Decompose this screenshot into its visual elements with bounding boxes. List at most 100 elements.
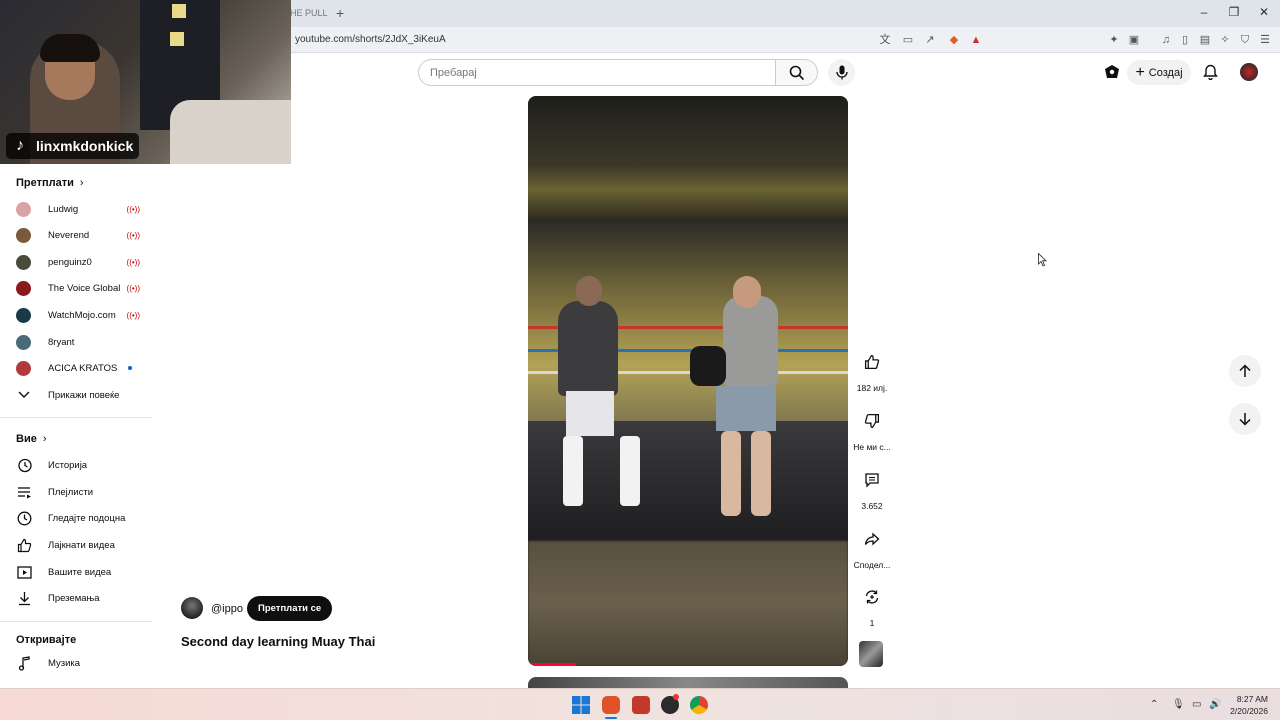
translate-icon[interactable]: 文 [877, 32, 893, 48]
share-page-icon[interactable]: ↗ [922, 32, 938, 48]
extensions-icon[interactable]: ✦ [1106, 32, 1122, 48]
subscriptions-header[interactable]: Претплати › [16, 177, 84, 189]
sidebar-item-acica-kratos[interactable]: ACICA KRATOS [16, 358, 140, 378]
share-label: Сподел... [853, 560, 891, 570]
live-icon: ((•)) [126, 310, 140, 320]
your-videos-icon [16, 564, 32, 580]
arrow-up-icon [1239, 364, 1251, 377]
comment-count: 3.652 [861, 501, 883, 511]
sidebar-item-your-videos[interactable]: Вашите видеа [16, 562, 146, 582]
sidebar-item-label: Музика [48, 657, 81, 669]
sidebar-item-label: 8ryant [48, 336, 75, 348]
active-app-indicator [605, 717, 617, 719]
sidebar-item-label: WatchMojo.com [48, 309, 116, 321]
media-icon[interactable]: ♫ [1158, 32, 1174, 48]
streamer-hair [40, 34, 100, 62]
new-tab-button[interactable]: + [336, 5, 344, 21]
browser-tab-title[interactable]: HE PULL [290, 8, 328, 18]
brave-shields-icon[interactable]: ◆ [946, 32, 962, 48]
subscribe-button[interactable]: Претплати се [247, 596, 333, 621]
search-input[interactable]: Пребарај [418, 59, 776, 86]
sidebar-item-playlists[interactable]: Плејлисти [16, 482, 146, 502]
create-button[interactable]: + Создај [1127, 60, 1191, 85]
explore-header: Откривајте [16, 634, 77, 646]
sidebar-item-ludwig[interactable]: Ludwig ((•)) [16, 199, 140, 219]
sticky-note [170, 32, 184, 46]
leo-ai-icon[interactable]: ✧ [1217, 32, 1233, 48]
fighter-one-head [576, 276, 602, 306]
plus-icon: + [1135, 63, 1145, 81]
channel-avatar [16, 334, 31, 350]
fighter-one-shin-guard [563, 436, 583, 506]
show-more-button[interactable]: Прикажи повеќе [16, 385, 146, 405]
notification-badge [673, 694, 679, 700]
volume-icon[interactable]: 🔊 [1209, 699, 1221, 710]
channel-name[interactable]: @ippo [211, 603, 243, 615]
previous-short-button[interactable] [1229, 355, 1261, 387]
sidebar-item-neverend[interactable]: Neverend ((•)) [16, 225, 140, 245]
like-count: 182 илј. [856, 383, 888, 393]
remix-icon [857, 582, 887, 612]
brave-rewards-icon[interactable]: ▲ [968, 32, 984, 48]
video-frame [528, 221, 848, 541]
channel-avatar[interactable] [181, 597, 203, 619]
sidebar-item-label: Гледајте подоцна [48, 512, 126, 524]
restore-icon[interactable]: ❐ [1224, 5, 1244, 19]
sidebar-item-liked-videos[interactable]: Лајкнати видеа [16, 535, 146, 555]
fighter-two-leg [751, 431, 771, 516]
close-icon[interactable]: ✕ [1254, 5, 1274, 19]
account-avatar[interactable] [1240, 63, 1258, 81]
url-field[interactable]: youtube.com/shorts/2JdX_3iKeuA [295, 34, 446, 45]
wallet-icon[interactable]: ▤ [1197, 32, 1213, 48]
tab-search-icon[interactable]: ▣ [1126, 32, 1142, 48]
sidebar-item-music[interactable]: Музика [16, 653, 146, 673]
voice-search-button[interactable] [828, 59, 855, 86]
network-icon[interactable]: ▭ [1192, 699, 1201, 710]
sidebar-item-8ryant[interactable]: 8ryant [16, 332, 140, 352]
minimize-icon[interactable]: – [1194, 5, 1214, 19]
sidebar-item-label: Преземања [48, 592, 100, 604]
create-label: Создај [1148, 66, 1183, 79]
comments-button[interactable]: 3.652 [851, 465, 893, 511]
taskbar-clock[interactable]: 8:27 AM 2/20/2026 [1228, 693, 1268, 717]
cast-icon[interactable]: ▭ [900, 32, 916, 48]
premium-icon[interactable] [1103, 63, 1121, 81]
sound-thumbnail[interactable] [859, 641, 883, 667]
chevron-up-icon[interactable]: ⌃ [1150, 699, 1158, 710]
sidebar-item-the-voice-global[interactable]: The Voice Global ((•)) [16, 278, 140, 298]
search-button[interactable] [775, 59, 818, 86]
sidebar-item-downloads[interactable]: Преземања [16, 588, 146, 608]
short-video-player[interactable] [528, 96, 848, 666]
windows-start-icon[interactable] [572, 696, 590, 714]
sidebar-item-watchmojo[interactable]: WatchMojo.com ((•)) [16, 305, 140, 325]
sidebar-item-watch-later[interactable]: Гледајте подоцна [16, 508, 146, 528]
chrome-icon[interactable] [690, 696, 708, 714]
video-bottom-blur [528, 541, 848, 666]
share-button[interactable]: Сподел... [851, 524, 893, 570]
you-header[interactable]: Вие › [16, 433, 47, 445]
thumbs-down-icon [857, 406, 887, 436]
sidebar-toggle-icon[interactable]: ▯ [1177, 32, 1193, 48]
like-button[interactable]: 182 илј. [851, 347, 893, 393]
history-icon [16, 457, 32, 473]
sidebar-item-label: The Voice Global [48, 282, 121, 294]
menu-icon[interactable]: ☰ [1257, 32, 1273, 48]
next-short-button[interactable] [1229, 403, 1261, 435]
notifications-button[interactable] [1201, 63, 1219, 81]
sidebar-item-penguinz0[interactable]: penguinz0 ((•)) [16, 252, 140, 272]
microphone-icon [835, 65, 848, 80]
sidebar-item-label: Neverend [48, 229, 90, 241]
video-progress-bar[interactable] [528, 663, 576, 666]
sidebar-item-label: Плејлисти [48, 486, 94, 498]
app-shield-icon[interactable] [632, 696, 650, 714]
share-icon [857, 524, 887, 554]
thumbs-up-icon [16, 537, 32, 553]
channel-avatar [16, 307, 31, 323]
brave-browser-icon[interactable] [602, 696, 620, 714]
dislike-button[interactable]: Не ми с... [851, 406, 893, 452]
microphone-tray-icon[interactable]: 🎙 [1172, 699, 1185, 710]
fighter-two-leg [721, 431, 741, 516]
remix-button[interactable]: 1 [851, 582, 893, 628]
sidebar-item-history[interactable]: Историја [16, 455, 146, 475]
vpn-icon[interactable]: ⛉ [1237, 32, 1253, 48]
